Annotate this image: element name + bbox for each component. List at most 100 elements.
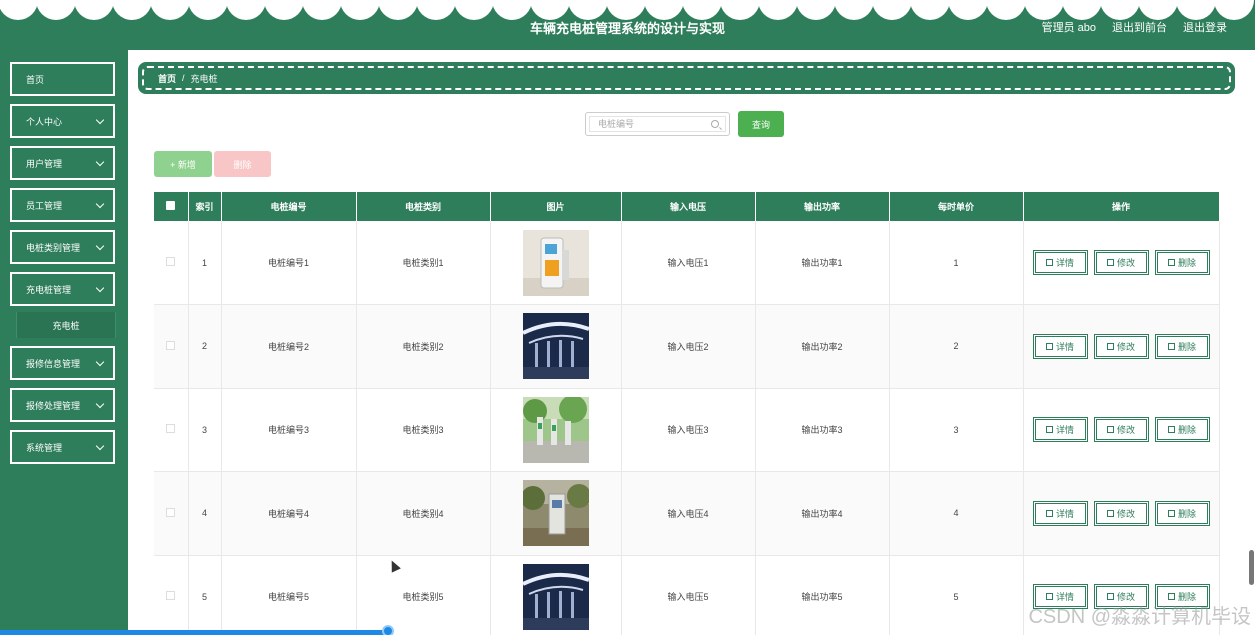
cell-image	[490, 388, 622, 472]
cell-pile-code: 电桩编号3	[221, 388, 357, 472]
breadcrumb-separator: /	[182, 73, 185, 83]
table-row[interactable]: 4 电桩编号4 电桩类别4 输入电压4 输出功率4 4 详情 修改 删除	[154, 471, 1220, 556]
chevron-down-icon	[95, 241, 105, 251]
back-to-front-link[interactable]: 退出到前台	[1112, 19, 1167, 35]
breadcrumb-home[interactable]: 首页	[158, 72, 176, 85]
row-select-cell[interactable]	[154, 221, 189, 305]
cell-input-voltage: 输入电压1	[621, 221, 756, 305]
video-progress-bar[interactable]	[0, 630, 388, 635]
delete-button[interactable]: 删除	[1154, 500, 1210, 526]
row-select-cell[interactable]	[154, 388, 189, 472]
sidebar-item-label: 员工管理	[26, 200, 63, 211]
pile-image[interactable]	[522, 229, 589, 296]
pile-image[interactable]	[522, 396, 589, 463]
op-label: 修改	[1116, 508, 1135, 519]
search-input[interactable]	[589, 116, 726, 132]
row-checkbox[interactable]	[166, 424, 176, 434]
cell-input-voltage: 输入电压4	[621, 471, 756, 556]
row-select-cell[interactable]	[154, 304, 189, 389]
search-box	[585, 112, 730, 136]
chevron-down-icon	[95, 357, 105, 367]
chevron-down-icon	[95, 115, 105, 125]
detail-button[interactable]: 详情	[1032, 333, 1088, 359]
delete-button[interactable]: 删除	[1154, 333, 1210, 359]
sidebar-item-repair-handling-management[interactable]: 报修处理管理	[10, 388, 115, 422]
column-header: 每时单价	[889, 192, 1024, 221]
sidebar-item-pile-category-management[interactable]: 电桩类别管理	[10, 230, 115, 264]
pile-image[interactable]	[522, 313, 589, 380]
sidebar-item-system-management[interactable]: 系统管理	[10, 430, 115, 464]
row-select-cell[interactable]	[154, 471, 189, 556]
cell-output-power: 输出功率2	[755, 304, 890, 389]
table-row[interactable]: 1 电桩编号1 电桩类别1 输入电压1 输出功率1 1 详情 修改 删除	[154, 221, 1220, 305]
sidebar-item-staff-management[interactable]: 员工管理	[10, 188, 115, 222]
cell-output-power: 输出功率3	[755, 388, 890, 472]
select-all-header[interactable]	[154, 192, 189, 221]
sidebar-item-charging-pile-management[interactable]: 充电桩管理	[10, 272, 115, 306]
table-row[interactable]: 3 电桩编号3 电桩类别3 输入电压3 输出功率3 3 详情 修改 删除	[154, 388, 1220, 472]
trash-icon	[1167, 509, 1175, 517]
row-checkbox[interactable]	[166, 257, 176, 266]
edit-icon	[1106, 426, 1114, 434]
sidebar-item-label: 充电桩管理	[26, 284, 72, 295]
table-row[interactable]: 2 电桩编号2 电桩类别2 输入电压2 输出功率2 2 详情 修改 删除	[154, 304, 1220, 389]
cell-hourly-price: 4	[889, 471, 1024, 556]
sidebar-item-home[interactable]: 首页	[10, 62, 115, 96]
row-select-cell[interactable]	[154, 555, 189, 635]
logout-link[interactable]: 退出登录	[1183, 19, 1227, 35]
delete-button[interactable]: 删除	[1154, 417, 1210, 443]
cell-pile-code: 电桩编号5	[221, 555, 357, 635]
column-header: 输入电压	[621, 192, 756, 221]
cell-input-voltage: 输入电压2	[621, 304, 756, 389]
doc-icon	[1045, 259, 1053, 266]
pile-image[interactable]	[522, 480, 589, 547]
edit-button[interactable]: 修改	[1093, 333, 1149, 359]
edit-button[interactable]: 修改	[1093, 250, 1149, 275]
cell-hourly-price: 1	[889, 221, 1024, 305]
sidebar-item-personal-center[interactable]: 个人中心	[10, 104, 115, 138]
submenu-item-charging-pile[interactable]: 充电桩	[16, 312, 116, 338]
sidebar-item-repair-info-management[interactable]: 报修信息管理	[10, 346, 115, 380]
op-label: 详情	[1055, 508, 1074, 519]
delete-button[interactable]: 删除	[1154, 250, 1210, 275]
detail-button[interactable]: 详情	[1032, 250, 1088, 275]
op-label: 删除	[1177, 341, 1196, 352]
chevron-down-icon	[95, 157, 105, 167]
cell-pile-category: 电桩类别2	[356, 304, 491, 389]
detail-button[interactable]: 详情	[1032, 500, 1088, 526]
row-checkbox[interactable]	[166, 340, 176, 350]
table-header-row: 索引 电桩编号 电桩类别 图片 输入电压 输出功率 每时单价 操作	[154, 192, 1220, 221]
query-button[interactable]: 查询	[738, 111, 784, 137]
sidebar-item-label: 系统管理	[26, 442, 63, 453]
select-all-checkbox[interactable]	[166, 201, 176, 210]
video-progress-knob[interactable]	[382, 625, 394, 635]
row-checkbox[interactable]	[166, 507, 176, 517]
edit-button[interactable]: 修改	[1093, 417, 1149, 443]
cell-operations: 详情 修改 删除	[1023, 221, 1220, 305]
detail-button[interactable]: 详情	[1032, 417, 1088, 443]
sidebar-item-label: 电桩类别管理	[26, 242, 81, 253]
column-header: 操作	[1023, 192, 1220, 221]
cell-output-power: 输出功率1	[755, 221, 890, 305]
chevron-down-icon	[95, 283, 105, 293]
chevron-down-icon	[95, 199, 105, 209]
sidebar-item-label: 报修处理管理	[26, 400, 81, 411]
op-label: 删除	[1177, 258, 1196, 268]
cell-pile-code: 电桩编号2	[221, 304, 357, 389]
vertical-scrollbar[interactable]	[1249, 550, 1254, 585]
op-label: 详情	[1055, 341, 1074, 352]
batch-delete-button[interactable]: 删除	[214, 151, 271, 177]
cell-hourly-price: 5	[889, 555, 1024, 635]
add-button[interactable]: + 新增	[154, 151, 212, 177]
pile-image[interactable]	[522, 563, 589, 630]
sidebar-item-label: 用户管理	[26, 158, 63, 169]
trash-icon	[1167, 426, 1175, 434]
cell-input-voltage: 输入电压3	[621, 388, 756, 472]
charging-pile-table: 索引 电桩编号 电桩类别 图片 输入电压 输出功率 每时单价 操作 1 电桩编号1…	[154, 192, 1220, 635]
edit-button[interactable]: 修改	[1093, 500, 1149, 526]
sidebar-item-user-management[interactable]: 用户管理	[10, 146, 115, 180]
op-label: 详情	[1055, 258, 1074, 268]
row-checkbox[interactable]	[166, 591, 176, 601]
doc-icon	[1045, 509, 1053, 517]
column-header: 电桩类别	[356, 192, 491, 221]
